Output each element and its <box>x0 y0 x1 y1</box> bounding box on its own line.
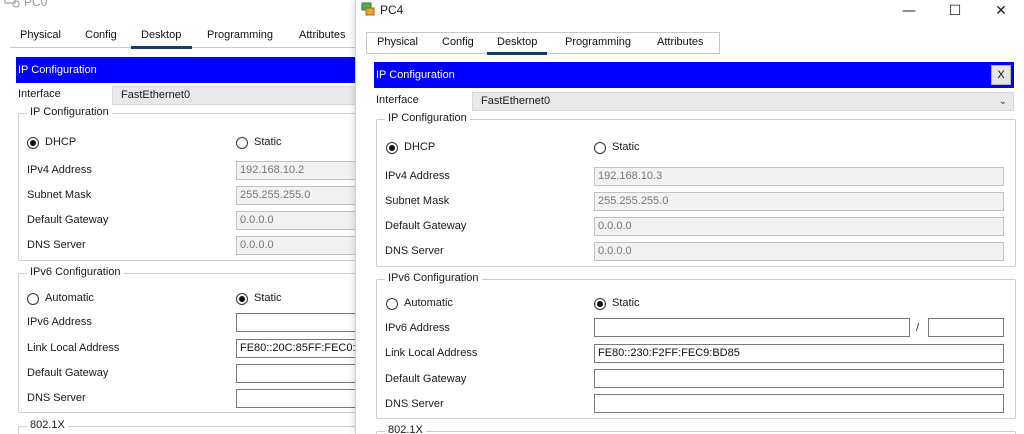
ipv6-address-field[interactable] <box>594 318 910 337</box>
dot1x-legend: 802.1X <box>385 424 426 434</box>
selected-tab-indicator <box>487 52 547 55</box>
tab-config[interactable]: Config <box>85 29 117 41</box>
dhcp-radio[interactable] <box>27 137 39 149</box>
ipv4-address-field[interactable]: 192.168.10.2 <box>236 161 356 180</box>
automatic-label: Automatic <box>45 292 94 304</box>
ipv4-address-label: IPv4 Address <box>27 164 92 176</box>
link-local-field[interactable]: FE80::230:F2FF:FEC9:BD85 <box>594 344 1004 363</box>
pc0-titlebar[interactable]: PC0 <box>0 0 356 14</box>
default-gateway-label: Default Gateway <box>27 214 109 226</box>
close-panel-button[interactable]: X <box>991 65 1011 85</box>
chevron-down-icon: ⌄ <box>998 96 1007 107</box>
minimize-button[interactable]: — <box>886 0 932 26</box>
selected-tab-indicator <box>131 46 192 49</box>
interface-label: Interface <box>18 88 61 100</box>
dhcp-label: DHCP <box>404 141 436 153</box>
static-ipv6-label: Static <box>612 297 640 309</box>
ipv6-gateway-label: Default Gateway <box>27 367 109 379</box>
subnet-mask-label: Subnet Mask <box>27 189 92 201</box>
ipv6-dns-label: DNS Server <box>385 398 444 410</box>
tab-desktop[interactable]: Desktop <box>141 29 181 41</box>
tab-attributes[interactable]: Attributes <box>299 29 345 41</box>
ipv6-gateway-field[interactable] <box>594 369 1004 388</box>
dot1x-group: 802.1X <box>18 419 356 434</box>
close-window-button[interactable]: ✕ <box>978 0 1024 26</box>
tab-programming[interactable]: Programming <box>207 29 273 41</box>
dns-server-field[interactable]: 0.0.0.0 <box>236 236 356 255</box>
automatic-radio[interactable] <box>27 293 39 305</box>
tab-programming[interactable]: Programming <box>565 36 631 48</box>
automatic-radio[interactable] <box>386 298 398 310</box>
static-label: Static <box>254 136 282 148</box>
ip-config-header: IP Configuration X <box>374 62 1014 88</box>
link-local-label: Link Local Address <box>27 342 120 354</box>
static-label: Static <box>612 141 640 153</box>
default-gateway-field[interactable]: 0.0.0.0 <box>236 211 356 230</box>
dot1x-legend: 802.1X <box>27 419 68 431</box>
tab-desktop[interactable]: Desktop <box>497 36 537 48</box>
ipv6-gateway-label: Default Gateway <box>385 373 467 385</box>
ipv6-dns-field[interactable] <box>594 394 1004 413</box>
static-radio[interactable] <box>236 137 248 149</box>
default-gateway-label: Default Gateway <box>385 220 467 232</box>
dhcp-radio[interactable] <box>386 142 398 154</box>
header-title: IP Configuration <box>376 69 455 81</box>
ip-config-legend: IP Configuration <box>385 112 470 124</box>
prefix-separator: / <box>916 322 920 334</box>
subnet-mask-field[interactable]: 255.255.255.0 <box>594 192 1004 211</box>
window-title: PC0 <box>24 0 48 9</box>
tab-bar: Physical Config Desktop Programming Attr… <box>366 32 720 55</box>
dhcp-label: DHCP <box>45 136 77 148</box>
ipv4-address-field[interactable]: 192.168.10.3 <box>594 167 1004 186</box>
ipv6-address-field[interactable] <box>236 313 356 332</box>
ip-config-legend: IP Configuration <box>27 106 112 118</box>
dns-server-label: DNS Server <box>27 239 86 251</box>
dns-server-label: DNS Server <box>385 245 444 257</box>
interface-value: FastEthernet0 <box>481 95 551 107</box>
ipv6-address-label: IPv6 Address <box>27 316 92 328</box>
pc4-window: PC4 — ☐ ✕ Physical Config Desktop Progra… <box>355 0 1024 434</box>
interface-value: FastEthernet0 <box>121 89 191 101</box>
interface-label: Interface <box>376 94 419 106</box>
tab-physical[interactable]: Physical <box>377 36 418 48</box>
static-radio[interactable] <box>594 142 606 154</box>
ipv6-config-legend: IPv6 Configuration <box>27 266 124 278</box>
dns-server-field[interactable]: 0.0.0.0 <box>594 242 1004 261</box>
prefix-length-field[interactable] <box>928 318 1004 337</box>
pc4-titlebar[interactable]: PC4 — ☐ ✕ <box>356 0 1024 22</box>
subnet-mask-label: Subnet Mask <box>385 195 450 207</box>
link-local-label: Link Local Address <box>385 347 478 359</box>
tab-config[interactable]: Config <box>442 36 474 48</box>
tab-attributes[interactable]: Attributes <box>657 36 703 48</box>
ipv6-gateway-field[interactable] <box>236 364 356 383</box>
ipv6-dns-label: DNS Server <box>27 392 86 404</box>
window-title: PC4 <box>380 3 404 17</box>
pc-app-icon <box>4 0 20 8</box>
automatic-label: Automatic <box>404 297 453 309</box>
ipv6-address-label: IPv6 Address <box>385 322 450 334</box>
subnet-mask-field[interactable]: 255.255.255.0 <box>236 186 356 205</box>
link-local-field[interactable]: FE80::20C:85FF:FEC0:8 <box>236 339 356 358</box>
static-ipv6-radio[interactable] <box>594 298 606 310</box>
interface-select[interactable]: FastEthernet0 ⌄ <box>472 92 1014 111</box>
static-ipv6-radio[interactable] <box>236 293 248 305</box>
header-title: IP Configuration <box>18 64 97 76</box>
static-ipv6-label: Static <box>254 292 282 304</box>
pc-app-icon <box>361 2 375 16</box>
pc0-window: PC0 Physical Config Desktop Programming … <box>0 0 356 434</box>
interface-select[interactable]: FastEthernet0 <box>112 86 356 105</box>
ipv6-config-legend: IPv6 Configuration <box>385 272 482 284</box>
tab-bar: Physical Config Desktop Programming Attr… <box>10 26 356 49</box>
ip-config-header: IP Configuration <box>16 57 356 83</box>
default-gateway-field[interactable]: 0.0.0.0 <box>594 217 1004 236</box>
tab-physical[interactable]: Physical <box>20 29 61 41</box>
ipv4-address-label: IPv4 Address <box>385 170 450 182</box>
maximize-button[interactable]: ☐ <box>932 0 978 26</box>
ipv6-dns-field[interactable] <box>236 389 356 408</box>
